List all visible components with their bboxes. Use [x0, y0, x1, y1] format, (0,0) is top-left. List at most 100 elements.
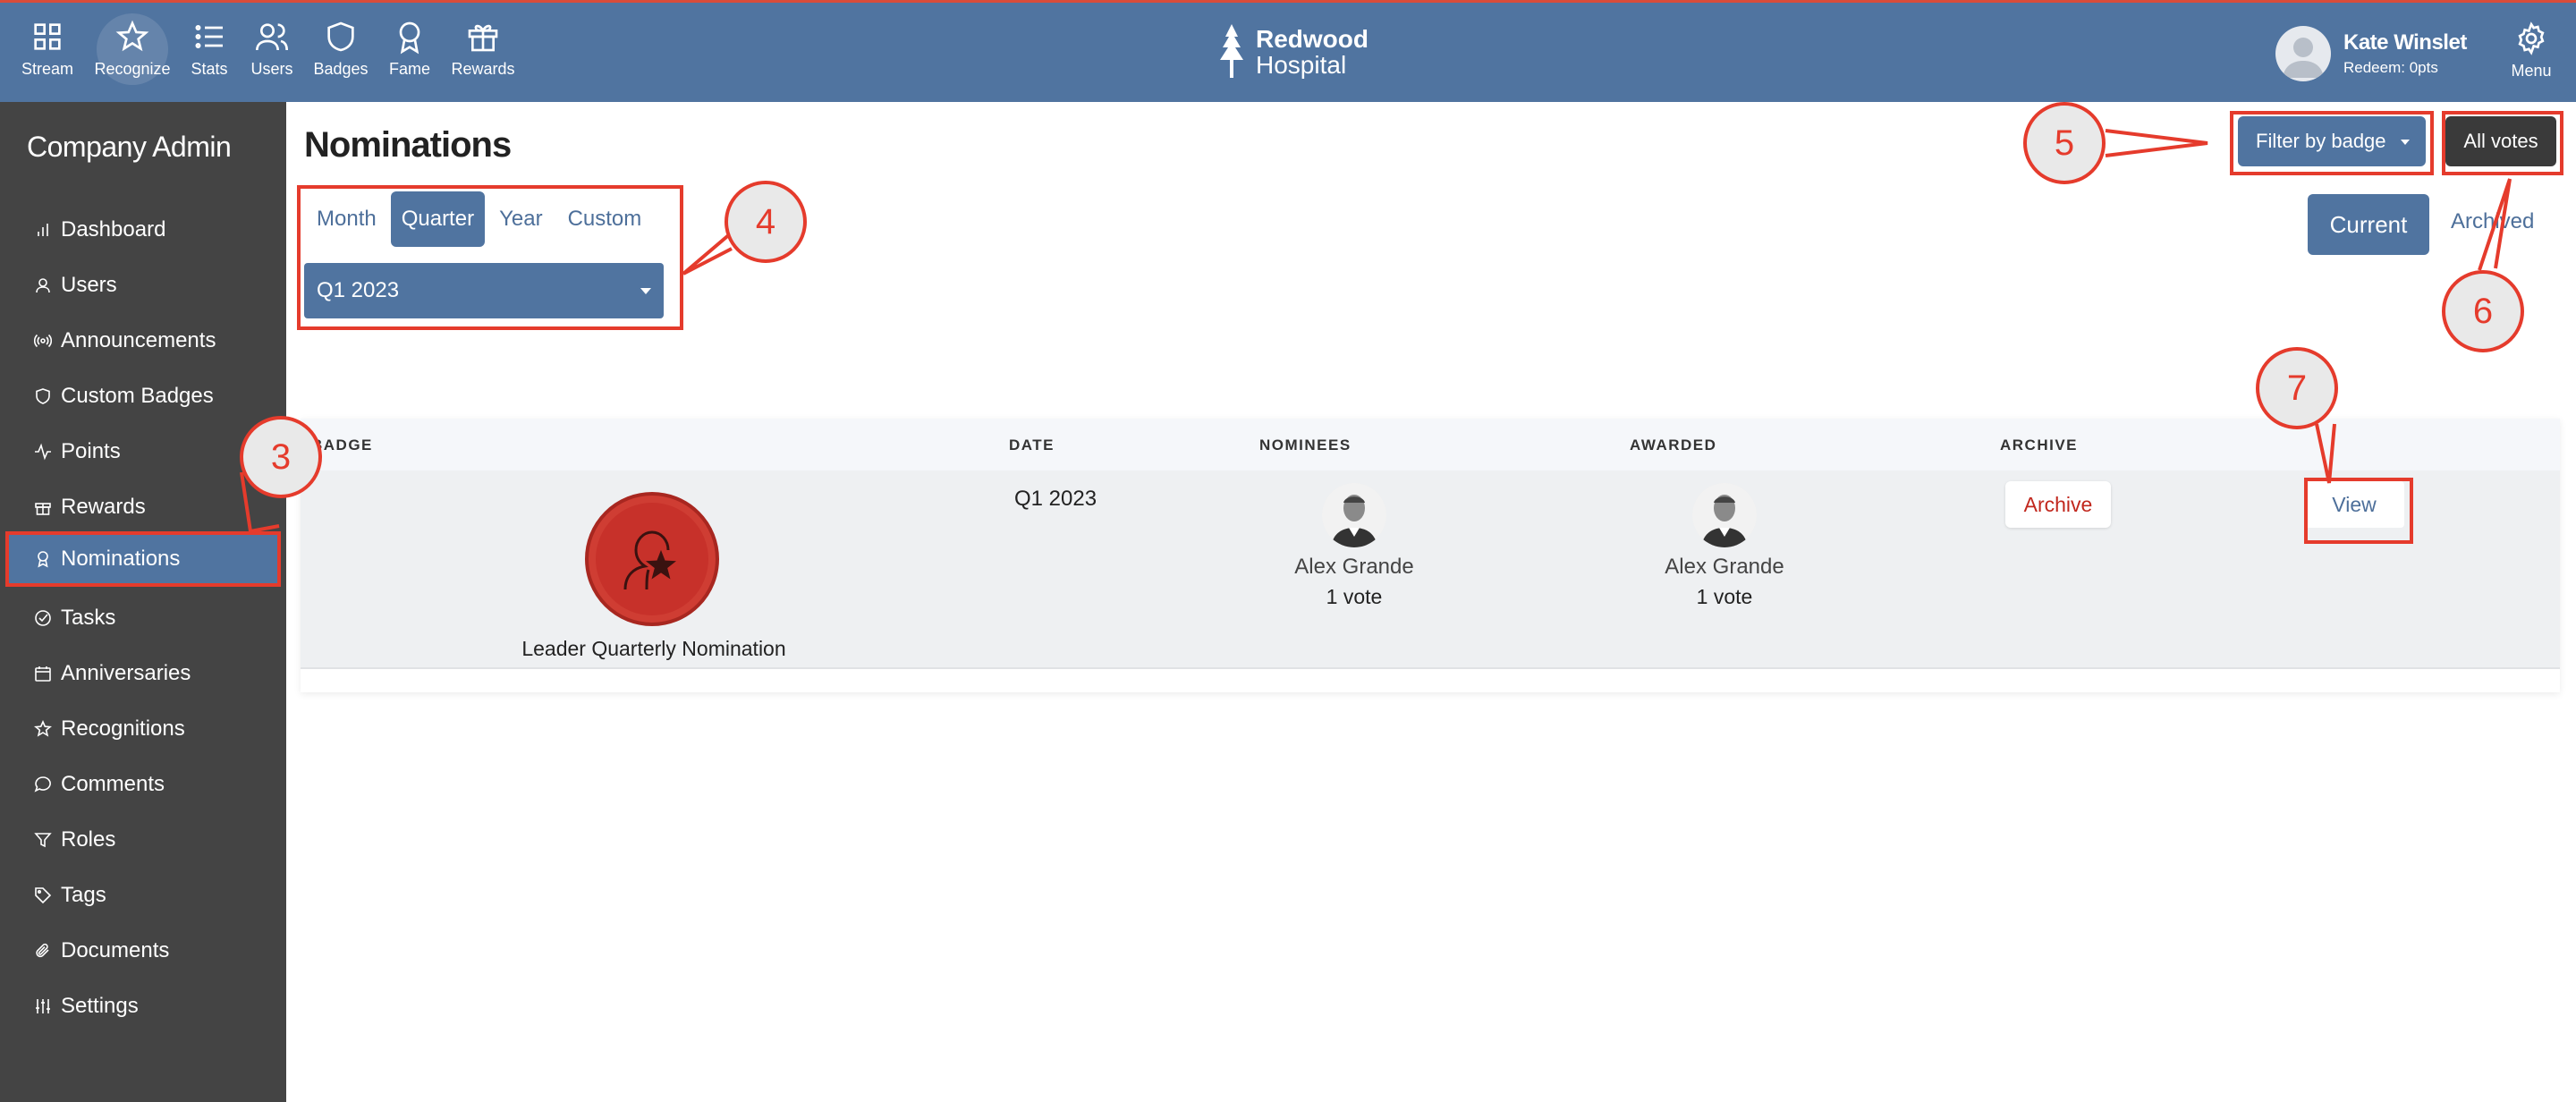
archived-link[interactable]: Archived — [2451, 209, 2534, 234]
tree-icon — [1220, 24, 1243, 78]
column-header-nominees: NOMINEES — [1259, 437, 1352, 454]
sidebar-item-label: Comments — [61, 772, 165, 796]
sidebar-item-label: Tags — [61, 883, 106, 907]
filter-by-badge-button[interactable]: Filter by badge — [2238, 116, 2426, 166]
brand-name-line1: Redwood — [1256, 25, 1368, 53]
admin-sidebar: Company Admin Dashboard Users Announceme… — [0, 102, 286, 1102]
gear-icon — [2518, 21, 2545, 55]
star-icon — [34, 720, 52, 737]
period-select[interactable]: Q1 2023 — [304, 263, 664, 318]
shield-icon — [327, 21, 354, 52]
tab-year[interactable]: Year — [488, 191, 554, 247]
avatar[interactable] — [1692, 483, 1757, 547]
sidebar-item-anniversaries[interactable]: Anniversaries — [5, 646, 281, 701]
broadcast-icon — [34, 334, 52, 348]
list-icon — [195, 25, 223, 48]
tab-quarter[interactable]: Quarter — [390, 191, 486, 247]
bar-chart-icon — [38, 224, 48, 236]
awarded-name: Alex Grande — [1665, 555, 1784, 579]
gift-icon — [468, 24, 498, 52]
sidebar-item-users[interactable]: Users — [5, 258, 281, 313]
sidebar-item-rewards[interactable]: Rewards — [5, 479, 281, 535]
tab-month[interactable]: Month — [306, 191, 387, 247]
sidebar-item-label: Tasks — [61, 606, 116, 630]
calendar-icon — [35, 666, 51, 682]
nav-label: Rewards — [451, 60, 515, 78]
sidebar-item-documents[interactable]: Documents — [5, 923, 281, 979]
page-title: Nominations — [304, 125, 512, 165]
sidebar-item-label: Dashboard — [61, 217, 166, 242]
nav-stream[interactable]: Stream — [7, 19, 88, 79]
user-icon — [36, 278, 50, 293]
person-photo-icon — [1692, 483, 1757, 547]
current-button[interactable]: Current — [2308, 194, 2429, 255]
nav-rewards[interactable]: Rewards — [443, 19, 523, 79]
users-icon — [256, 23, 288, 51]
sidebar-item-custom-badges[interactable]: Custom Badges — [5, 369, 281, 424]
user-redeem-points: Redeem: 0pts — [2343, 59, 2438, 76]
award-icon — [399, 21, 420, 55]
nav-label: Stream — [21, 60, 74, 78]
leader-badge-icon — [623, 530, 677, 590]
top-navigation-bar: Stream Recognize Stats Users Badges Fame… — [0, 0, 2576, 102]
person-photo-icon — [1322, 483, 1386, 547]
star-icon — [115, 20, 149, 52]
nav-label: Fame — [388, 60, 430, 78]
annotation-callout-5: 5 — [2023, 102, 2106, 184]
nominee-votes: 1 vote — [1326, 585, 1383, 608]
filter-by-badge-label: Filter by badge — [2256, 130, 2386, 152]
sidebar-item-tasks[interactable]: Tasks — [5, 590, 281, 646]
award-icon — [38, 551, 48, 568]
user-silhouette-icon — [2283, 38, 2324, 78]
gift-icon — [35, 503, 51, 515]
annotation-callout-6: 6 — [2442, 270, 2524, 352]
activity-icon — [35, 443, 51, 461]
sidebar-item-dashboard[interactable]: Dashboard — [5, 202, 281, 258]
nominations-table: BADGE DATE NOMINEES AWARDED ARCHIVE Lead… — [301, 419, 2560, 692]
awarded-votes: 1 vote — [1696, 585, 1753, 608]
comment-icon — [34, 776, 51, 793]
sidebar-item-label: Anniversaries — [61, 661, 191, 685]
column-header-archive: ARCHIVE — [2000, 437, 2079, 454]
tag-icon — [35, 887, 52, 904]
sidebar-item-recognitions[interactable]: Recognitions — [5, 701, 281, 757]
sidebar-item-label: Roles — [61, 827, 116, 852]
brand-logo[interactable]: Redwood Hospital — [1216, 24, 1368, 80]
sidebar-item-tags[interactable]: Tags — [5, 868, 281, 923]
nav-fame[interactable]: Fame — [369, 19, 450, 79]
grid-icon — [34, 23, 61, 50]
nav-recognize[interactable]: Recognize — [92, 19, 173, 79]
shield-icon — [36, 388, 50, 404]
nominee-name: Alex Grande — [1294, 555, 1414, 579]
period-tabs: Month Quarter Year Custom — [306, 191, 656, 247]
sidebar-title: Company Admin — [27, 131, 232, 163]
avatar[interactable] — [1322, 483, 1386, 547]
menu-label: Menu — [2511, 62, 2552, 80]
menu-button[interactable]: Menu — [2504, 21, 2558, 81]
nomination-date: Q1 2023 — [1014, 487, 1097, 511]
period-select-value: Q1 2023 — [317, 278, 400, 302]
sidebar-item-settings[interactable]: Settings — [5, 979, 281, 1034]
view-button[interactable]: View — [2304, 481, 2404, 528]
sidebar-item-comments[interactable]: Comments — [5, 757, 281, 812]
sidebar-item-nominations[interactable]: Nominations — [5, 531, 281, 587]
sidebar-item-label: Documents — [61, 938, 170, 962]
sidebar-item-roles[interactable]: Roles — [5, 812, 281, 868]
brand-name-line2: Hospital — [1256, 51, 1347, 79]
awarded-person: Alex Grande 1 vote — [1635, 483, 1814, 609]
column-header-awarded: AWARDED — [1630, 437, 1717, 454]
sidebar-item-label: Points — [61, 439, 121, 463]
tab-custom[interactable]: Custom — [557, 191, 653, 247]
all-votes-button[interactable]: All votes — [2445, 116, 2556, 166]
annotation-callout-4: 4 — [724, 181, 807, 263]
user-profile[interactable]: Kate Winslet Redeem: 0pts — [2275, 26, 2467, 81]
sidebar-item-label: Users — [61, 273, 117, 297]
check-circle-icon — [35, 610, 51, 626]
avatar[interactable] — [2275, 26, 2331, 81]
sidebar-item-announcements[interactable]: Announcements — [5, 313, 281, 369]
sidebar-item-label: Announcements — [61, 328, 216, 352]
archive-button[interactable]: Archive — [2005, 481, 2111, 528]
sidebar-item-label: Recognitions — [61, 716, 185, 741]
annotation-callout-7: 7 — [2256, 347, 2338, 429]
sidebar-item-label: Custom Badges — [61, 384, 214, 408]
